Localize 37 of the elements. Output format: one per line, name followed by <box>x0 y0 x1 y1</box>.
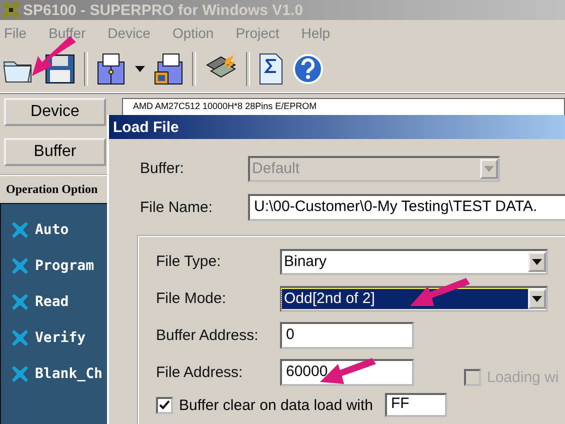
operation-item[interactable]: Blank_Ch <box>35 366 102 382</box>
device-box-icon[interactable] <box>154 52 184 86</box>
operation-item[interactable]: Verify <box>35 330 86 346</box>
input-field[interactable]: U:\00-Customer\0-My Testing\TEST DATA. <box>248 194 565 221</box>
cross-icon <box>11 365 29 383</box>
cross-icon <box>11 221 29 239</box>
dropdown-field[interactable]: Binary <box>280 248 548 274</box>
dropdown-value: Binary <box>283 252 328 272</box>
field-label: File Address: <box>156 364 244 381</box>
dialog-title: Load File <box>113 118 179 136</box>
device-button[interactable]: Device <box>4 98 106 126</box>
field-label: File Name: <box>140 199 214 216</box>
dropdown-caret-icon[interactable] <box>134 65 146 73</box>
input-field[interactable]: 0 <box>280 322 414 349</box>
buffer-button[interactable]: Buffer <box>4 138 106 166</box>
operation-item[interactable]: Read <box>35 294 69 310</box>
dropdown-value: Odd[2nd of 2] <box>282 288 528 308</box>
dropdown-caret-icon <box>532 296 542 302</box>
dropdown-caret-icon <box>484 166 494 172</box>
field-label: File Mode: <box>156 290 228 307</box>
input-field[interactable]: FF <box>385 393 448 417</box>
field-label: File Type: <box>156 253 222 270</box>
cross-icon <box>11 257 29 275</box>
operation-item[interactable]: Auto <box>35 222 69 238</box>
checkbox[interactable] <box>156 396 173 414</box>
operation-item[interactable]: Program <box>35 258 94 274</box>
sigma-document-icon[interactable] <box>258 52 284 86</box>
app-icon <box>2 1 20 19</box>
help-icon[interactable] <box>292 53 324 85</box>
checkbox-label: Buffer clear on data load with <box>179 396 374 414</box>
dropdown-field[interactable]: Odd[2nd of 2] <box>280 286 548 312</box>
field-label: Buffer: <box>140 160 185 177</box>
field-label: Buffer Address: <box>156 327 260 344</box>
dropdown-caret-icon <box>532 258 542 264</box>
cross-icon <box>11 329 29 347</box>
cross-icon <box>11 293 29 311</box>
device-box-icon[interactable] <box>96 52 126 86</box>
